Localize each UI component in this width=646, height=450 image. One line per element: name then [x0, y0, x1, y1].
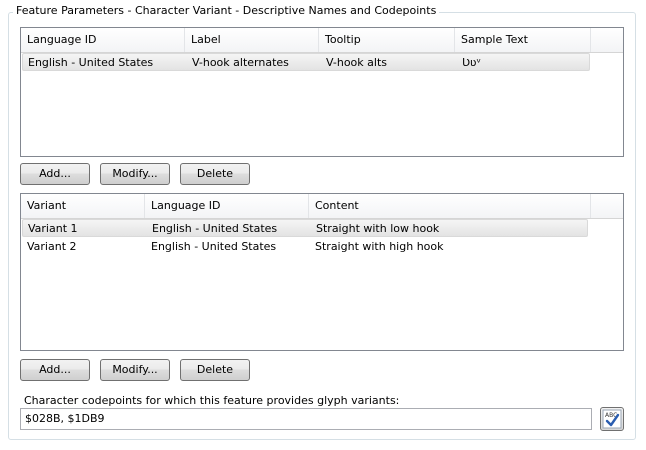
variants-list-header: Variant Language ID Content	[21, 194, 623, 219]
column-header-label[interactable]: Label	[185, 28, 319, 52]
spellcheck-button[interactable]: ABC	[600, 407, 624, 431]
variants-modify-label: Modify...	[112, 363, 158, 376]
column-header-filler	[591, 28, 623, 52]
abc-check-icon: ABC	[602, 409, 622, 429]
names-delete-label: Delete	[196, 167, 234, 180]
cell-language-id: English - United States	[28, 56, 154, 69]
names-add-label: Add...	[39, 167, 71, 180]
names-list-header: Language ID Label Tooltip Sample Text	[21, 28, 623, 53]
variants-delete-label: Delete	[196, 363, 234, 376]
variants-modify-button[interactable]: Modify...	[100, 359, 170, 381]
column-header-language-id[interactable]: Language ID	[21, 28, 185, 52]
names-modify-label: Modify...	[112, 167, 158, 180]
variants-add-button[interactable]: Add...	[20, 359, 90, 381]
column-header-filler	[591, 194, 623, 218]
group-title: Feature Parameters - Character Variant -…	[13, 4, 440, 18]
column-header-tooltip[interactable]: Tooltip	[319, 28, 455, 52]
names-modify-button[interactable]: Modify...	[100, 163, 170, 185]
cell-content: Straight with low hook	[316, 222, 440, 235]
cell-sample-text: Ʋʋᵛ	[462, 56, 482, 69]
column-header-variant[interactable]: Variant	[21, 194, 145, 218]
cell-language-id: English - United States	[152, 222, 278, 235]
table-row[interactable]: Variant 1 English - United States Straig…	[22, 219, 588, 237]
names-list[interactable]: Language ID Label Tooltip Sample Text En…	[20, 27, 624, 157]
cell-content: Straight with high hook	[315, 240, 444, 253]
cell-label: V-hook alternates	[192, 56, 289, 69]
cell-language-id: English - United States	[151, 240, 277, 253]
codepoints-input[interactable]: $028B, $1DB9	[20, 408, 592, 430]
table-row[interactable]: Variant 2 English - United States Straig…	[22, 238, 588, 256]
column-header-language-id[interactable]: Language ID	[145, 194, 309, 218]
cell-tooltip: V-hook alts	[326, 56, 387, 69]
variants-add-label: Add...	[39, 363, 71, 376]
codepoints-label: Character codepoints for which this feat…	[24, 394, 400, 407]
names-add-button[interactable]: Add...	[20, 163, 90, 185]
column-header-sample-text[interactable]: Sample Text	[455, 28, 591, 52]
variants-delete-button[interactable]: Delete	[180, 359, 250, 381]
cell-variant: Variant 1	[28, 222, 78, 235]
table-row[interactable]: English - United States V-hook alternate…	[22, 53, 590, 71]
variants-list[interactable]: Variant Language ID Content Variant 1 En…	[20, 193, 624, 351]
names-delete-button[interactable]: Delete	[180, 163, 250, 185]
column-header-content[interactable]: Content	[309, 194, 591, 218]
cell-variant: Variant 2	[27, 240, 77, 253]
